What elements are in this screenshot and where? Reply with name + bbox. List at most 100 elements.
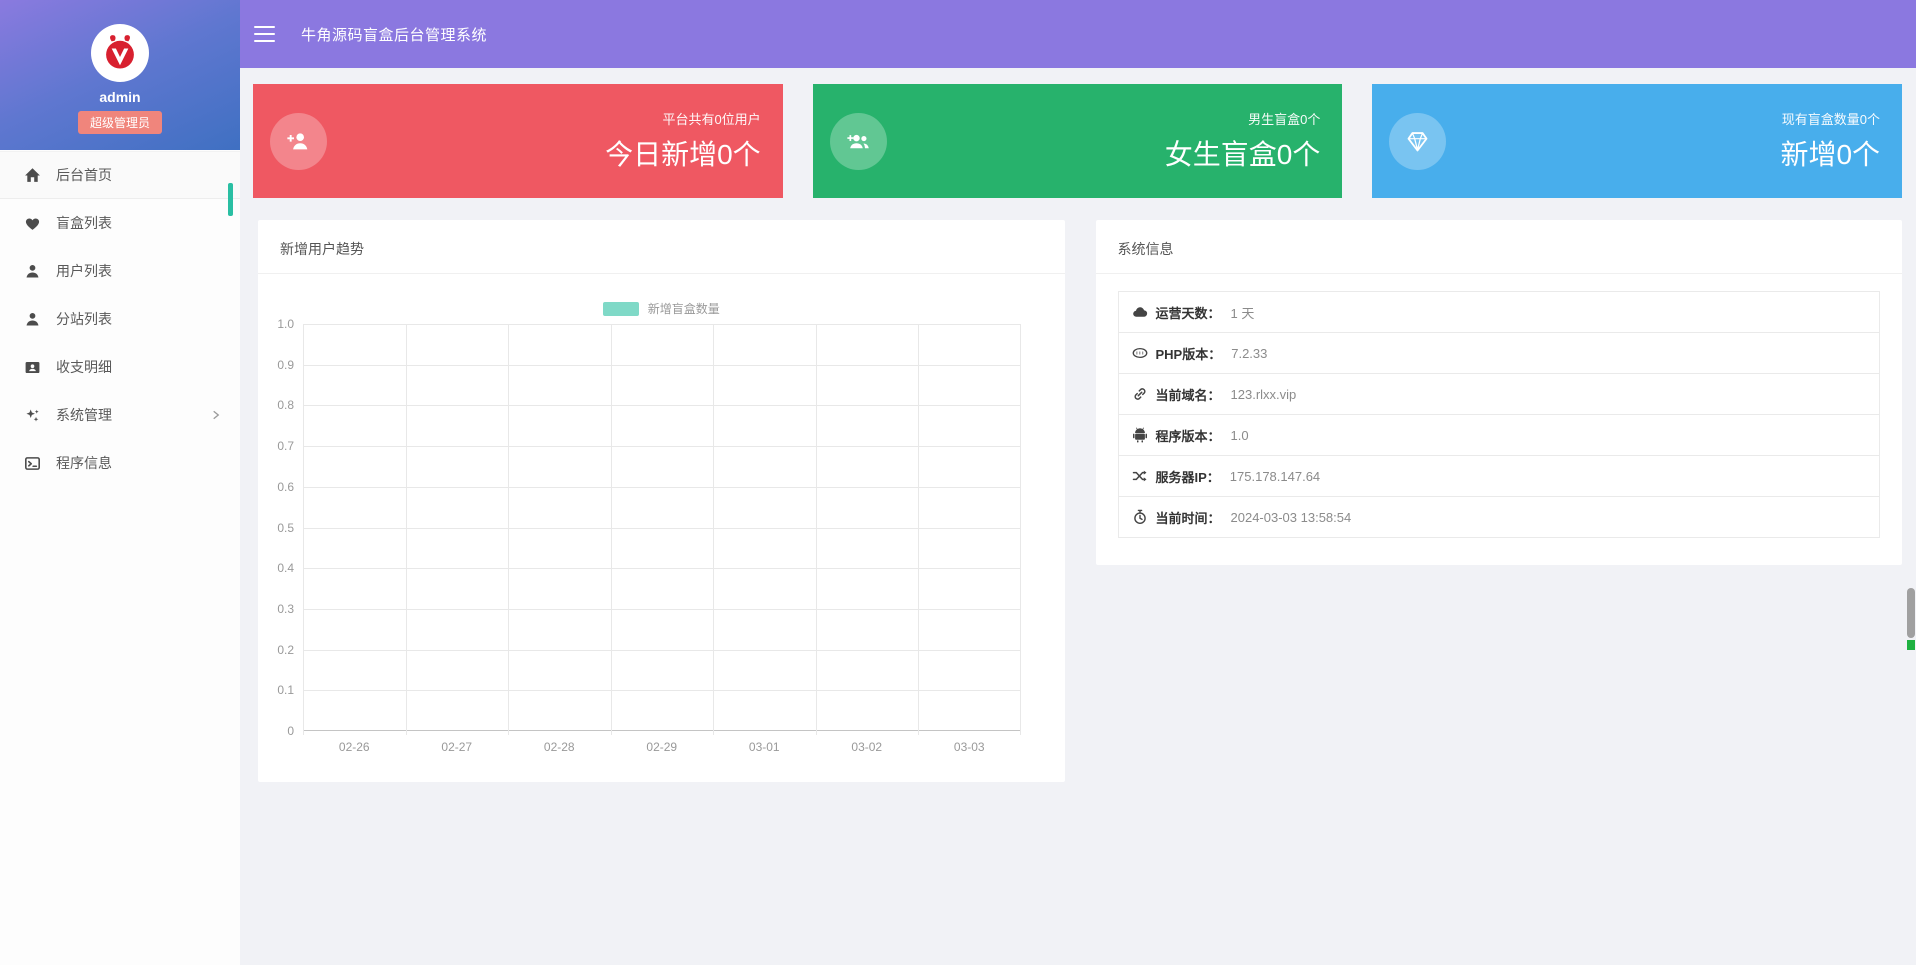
sparkles-icon <box>24 407 41 424</box>
system-info-value: 1.0 <box>1231 428 1249 443</box>
system-info-value: 175.178.147.64 <box>1230 469 1320 484</box>
sidebar-item-blindbox-list[interactable]: 盲盒列表 <box>0 199 240 247</box>
user-icon <box>24 311 41 328</box>
sidebar-menu: 后台首页盲盒列表用户列表分站列表收支明细系统管理程序信息 <box>0 150 240 487</box>
line-chart: 新增盲盒数量 00.10.20.30.40.50.60.70.80.91.0 0… <box>258 274 1065 781</box>
chart-y-tick-label: 0.4 <box>258 561 294 575</box>
stat-card-value: 女生盲盒0个 <box>1165 133 1321 173</box>
terminal-icon <box>24 455 41 472</box>
chart-gridline-h <box>303 650 1021 651</box>
chart-y-tick-label: 0.3 <box>258 602 294 616</box>
diamond-icon <box>1389 113 1446 170</box>
chart-gridline-v <box>508 324 509 735</box>
bull-logo-icon <box>100 33 140 73</box>
chart-legend[interactable]: 新增盲盒数量 <box>258 300 1065 317</box>
sidebar-item-label: 程序信息 <box>56 453 112 473</box>
chart-y-tick-label: 0.6 <box>258 480 294 494</box>
stat-card-subtitle: 男生盲盒0个 <box>1165 109 1321 128</box>
username: admin <box>0 89 240 105</box>
top-bar: 牛角源码盲盒后台管理系统 <box>240 0 1916 68</box>
system-info-row-app-version: 程序版本： 1.0 <box>1119 415 1880 456</box>
sidebar-item-label: 收支明细 <box>56 357 112 377</box>
sidebar-item-substation-list[interactable]: 分站列表 <box>0 295 240 343</box>
system-info-value: 1 天 <box>1231 303 1255 322</box>
chart-y-tick-label: 1.0 <box>258 317 294 331</box>
main-area: 牛角源码盲盒后台管理系统 平台共有0位用户今日新增0个男生盲盒0个女生盲盒0个现… <box>240 0 1916 782</box>
panels-row: 新增用户趋势 新增盲盒数量 00.10.20.30.40.50.60.70.80… <box>258 220 1902 782</box>
chart-gridline-v <box>303 324 304 735</box>
sidebar-item-finance-detail[interactable]: 收支明细 <box>0 343 240 391</box>
chart-x-tick-label: 03-03 <box>918 740 1021 754</box>
system-info-row-uptime: 运营天数： 1 天 <box>1119 292 1880 333</box>
android-icon <box>1132 427 1148 443</box>
role-badge: 超级管理员 <box>78 111 162 134</box>
home-icon <box>24 167 41 184</box>
sidebar-scrollbar-thumb[interactable] <box>228 183 233 216</box>
chart-gridline-h <box>303 365 1021 366</box>
chart-y-tick-label: 0.2 <box>258 643 294 657</box>
chart-y-tick-label: 0.8 <box>258 398 294 412</box>
sidebar: admin 超级管理员 后台首页盲盒列表用户列表分站列表收支明细系统管理程序信息 <box>0 0 240 965</box>
system-info-label: 当前时间： <box>1156 508 1221 527</box>
system-info-label: 运营天数： <box>1156 303 1221 322</box>
sidebar-profile-header: admin 超级管理员 <box>0 0 240 150</box>
chart-x-tick-label: 02-27 <box>406 740 509 754</box>
chart-gridline-h <box>303 405 1021 406</box>
system-info-row-server-ip: 服务器IP： 175.178.147.64 <box>1119 456 1880 497</box>
stat-cards-row: 平台共有0位用户今日新增0个男生盲盒0个女生盲盒0个现有盲盒数量0个新增0个 <box>253 84 1902 198</box>
chart-plot-area <box>303 324 1021 731</box>
chart-gridline-v <box>406 324 407 735</box>
chart-gridline-v <box>611 324 612 735</box>
sidebar-item-user-list[interactable]: 用户列表 <box>0 247 240 295</box>
sidebar-item-dashboard[interactable]: 后台首页 <box>0 151 240 199</box>
system-info-label: 程序版本： <box>1156 426 1221 445</box>
menu-toggle-icon[interactable] <box>254 26 275 42</box>
chart-gridline-h <box>303 446 1021 447</box>
user-icon <box>24 263 41 280</box>
stat-card-subtitle: 平台共有0位用户 <box>605 109 761 128</box>
chart-y-tick-label: 0.7 <box>258 439 294 453</box>
group-add-icon <box>830 113 887 170</box>
chart-y-tick-label: 0 <box>258 724 294 738</box>
system-info-label: 服务器IP： <box>1156 467 1220 486</box>
stat-card-growth: 现有盲盒数量0个新增0个 <box>1372 84 1902 198</box>
chevron-right-icon <box>210 409 222 421</box>
link-icon <box>1132 386 1148 402</box>
chart-panel: 新增用户趋势 新增盲盒数量 00.10.20.30.40.50.60.70.80… <box>258 220 1065 782</box>
sidebar-item-label: 用户列表 <box>56 261 112 281</box>
page-scrollbar-marker[interactable] <box>1907 640 1915 650</box>
system-info-label: PHP版本： <box>1156 344 1222 363</box>
chart-gridline-v <box>713 324 714 735</box>
chart-gridline-h <box>303 324 1021 325</box>
sidebar-item-system-manage[interactable]: 系统管理 <box>0 391 240 439</box>
chart-x-tick-label: 02-29 <box>611 740 714 754</box>
cloud-icon <box>1132 304 1148 320</box>
legend-swatch <box>603 302 639 316</box>
system-info-value: 2024-03-03 13:58:54 <box>1231 510 1352 525</box>
clock-icon <box>1132 509 1148 525</box>
chart-x-tick-label: 02-28 <box>508 740 611 754</box>
chart-panel-title: 新增用户趋势 <box>258 220 1065 274</box>
sidebar-item-program-info[interactable]: 程序信息 <box>0 439 240 487</box>
card-icon <box>24 359 41 376</box>
chart-y-tick-label: 0.9 <box>258 358 294 372</box>
legend-label: 新增盲盒数量 <box>648 300 720 317</box>
stat-card-boxes: 男生盲盒0个女生盲盒0个 <box>813 84 1343 198</box>
stat-card-subtitle: 现有盲盒数量0个 <box>1780 109 1880 128</box>
sidebar-item-label: 分站列表 <box>56 309 112 329</box>
avatar <box>91 24 149 82</box>
sidebar-item-label: 后台首页 <box>56 165 112 185</box>
page-scrollbar-thumb[interactable] <box>1907 588 1915 638</box>
stat-card-users: 平台共有0位用户今日新增0个 <box>253 84 783 198</box>
user-add-icon <box>270 113 327 170</box>
chart-gridline-v <box>1020 324 1021 735</box>
chart-x-tick-label: 03-02 <box>816 740 919 754</box>
chart-y-tick-label: 0.5 <box>258 521 294 535</box>
chart-gridline-h <box>303 528 1021 529</box>
shuffle-icon <box>1132 468 1148 484</box>
chart-gridline-h <box>303 568 1021 569</box>
system-info-row-php-version: PHP版本：7.2.33 <box>1119 333 1880 374</box>
stat-card-value: 新增0个 <box>1780 133 1880 173</box>
chart-gridline-h <box>303 609 1021 610</box>
chart-x-tick-label: 02-26 <box>303 740 406 754</box>
